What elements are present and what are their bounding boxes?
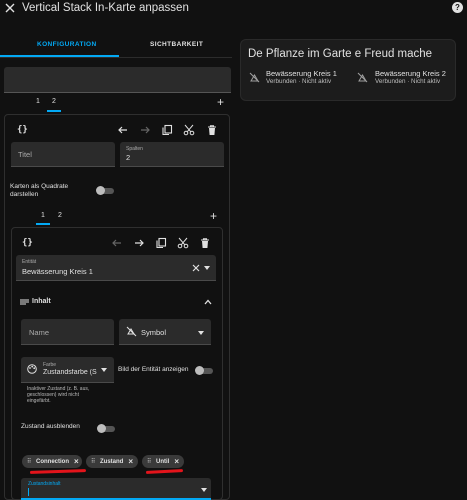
card-tab-2[interactable]: 2: [52, 98, 56, 105]
close-small-icon[interactable]: ×: [174, 457, 179, 466]
name-placeholder: Name: [29, 328, 50, 337]
tab-divider: [0, 57, 232, 58]
list-icon: [20, 299, 29, 305]
show-entity-image-label: Bild der Entität anzeigen: [118, 366, 189, 373]
palette-icon: [27, 364, 37, 374]
symbol-field[interactable]: Symbol: [119, 319, 211, 345]
state-content-field[interactable]: Zustandsinhalt: [21, 478, 211, 500]
text-cursor: [28, 488, 29, 496]
drag-handle-icon[interactable]: ⠿: [91, 459, 96, 465]
arrow-right-icon[interactable]: [139, 124, 151, 136]
inner-arrow-left-icon[interactable]: [111, 237, 123, 249]
help-icon[interactable]: ?: [452, 2, 463, 13]
color-hint-line3: eingefärbt.: [27, 398, 51, 404]
tab-configuration[interactable]: Konfiguration: [37, 41, 97, 48]
inner-delete-icon[interactable]: [199, 237, 211, 249]
square-label-line1: Karten als Quadrate: [10, 183, 69, 190]
copy-icon[interactable]: [161, 124, 173, 136]
show-entity-image-toggle-knob[interactable]: [195, 366, 204, 375]
preview-entity-2-state: Verbunden · Nicht aktiv: [375, 78, 441, 85]
card-tab-1[interactable]: 1: [36, 98, 40, 105]
tab-visibility[interactable]: Sichtbarkeit: [150, 41, 203, 48]
square-cards-toggle-knob[interactable]: [96, 186, 105, 195]
preview-entity-1-state: Verbunden · Nicht aktiv: [266, 78, 332, 85]
empty-input-field[interactable]: [4, 67, 231, 93]
arrow-left-icon[interactable]: [117, 124, 129, 136]
hide-state-toggle-knob[interactable]: [97, 424, 106, 433]
chevron-up-icon[interactable]: [204, 299, 212, 305]
preview-entity-2-icon: [357, 72, 368, 83]
state-content-label: Zustandsinhalt: [28, 481, 61, 487]
code-icon[interactable]: {}: [17, 125, 28, 135]
title-placeholder: Titel: [18, 150, 32, 159]
cut-icon[interactable]: [183, 124, 195, 136]
columns-label: Spalten: [126, 146, 143, 152]
content-section-title[interactable]: Inhalt: [32, 298, 51, 305]
drag-handle-icon[interactable]: ⠿: [27, 459, 32, 465]
color-select[interactable]: Farbe Zustandsfarbe (S: [21, 357, 114, 383]
inner-cut-icon[interactable]: [177, 237, 189, 249]
square-cards-label: Karten als Quadrate darstellen: [10, 183, 68, 199]
dialog-title: Vertical Stack In-Karte anpassen: [22, 2, 189, 14]
clear-icon[interactable]: [192, 264, 200, 272]
close-icon[interactable]: [5, 3, 15, 13]
preview-entity-1-name: Bewässerung Kreis 1: [266, 69, 337, 78]
state-content-chevron-down-icon[interactable]: [201, 488, 207, 492]
inner-code-icon[interactable]: {}: [22, 238, 33, 248]
symbol-off-icon: [126, 326, 137, 337]
square-label-line2: darstellen: [10, 191, 39, 198]
delete-icon[interactable]: [206, 124, 218, 136]
symbol-placeholder: Symbol: [141, 328, 167, 337]
chip-zustand[interactable]: ⠿ Zustand ×: [86, 455, 138, 468]
plus-icon[interactable]: +: [217, 96, 224, 108]
color-hint: Inaktiver Zustand (z. B. aus, geschlosse…: [27, 386, 89, 404]
color-value: Zustandsfarbe (S: [43, 369, 97, 376]
chevron-down-icon[interactable]: [204, 266, 210, 270]
inner-tab-1[interactable]: 1: [41, 212, 45, 219]
preview-entity-1-icon: [249, 72, 260, 83]
symbol-chevron-down-icon[interactable]: [198, 331, 204, 335]
close-small-icon[interactable]: ×: [128, 457, 133, 466]
card-tab-indicator: [47, 110, 61, 112]
inner-copy-icon[interactable]: [155, 237, 167, 249]
columns-value: 2: [126, 153, 131, 162]
chip-until[interactable]: ⠿ Until ×: [142, 455, 184, 468]
chip-until-label: Until: [156, 458, 170, 465]
preview-entity-2-name: Bewässerung Kreis 2: [375, 69, 446, 78]
entity-picker[interactable]: Entität Bewässerung Kreis 1: [16, 255, 216, 281]
entity-value: Bewässerung Kreis 1: [22, 267, 93, 276]
chip-connection[interactable]: ⠿ Connection ×: [22, 455, 82, 468]
inner-plus-icon[interactable]: +: [210, 210, 217, 222]
preview-title: De Pflanze im Garte e Freud mache: [248, 48, 433, 60]
inner-arrow-right-icon[interactable]: [133, 237, 145, 249]
chip-connection-label: Connection: [36, 458, 69, 465]
hide-state-label: Zustand ausblenden: [21, 423, 80, 430]
entity-label: Entität: [22, 259, 37, 265]
title-field[interactable]: Titel: [11, 142, 115, 167]
close-small-icon[interactable]: ×: [74, 457, 79, 466]
inner-tab-indicator: [36, 223, 50, 225]
columns-field[interactable]: Spalten 2: [120, 142, 224, 167]
name-field[interactable]: Name: [21, 319, 114, 345]
inner-tab-2[interactable]: 2: [58, 212, 62, 219]
color-chevron-down-icon[interactable]: [101, 368, 107, 372]
color-label: Farbe: [43, 362, 57, 368]
drag-handle-icon[interactable]: ⠿: [147, 459, 152, 465]
chip-zustand-label: Zustand: [100, 458, 124, 465]
